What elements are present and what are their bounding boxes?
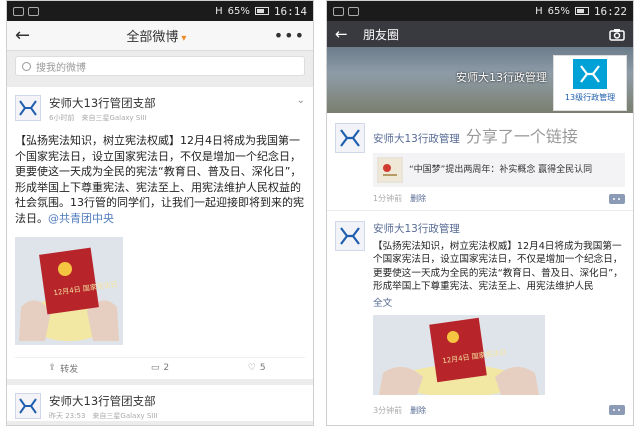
status-bar: H 65% 16:22 [327,1,633,21]
comment-button[interactable]: ▭ 2 [112,363,209,373]
post-meta: 昨天 23:53 来自三星Galaxy SIII [49,411,158,420]
comment-menu-icon[interactable] [609,405,625,416]
image-icon [28,6,39,16]
notification-icon [13,6,24,16]
back-icon[interactable]: ← [335,25,357,43]
avatar[interactable] [335,123,365,153]
post-author[interactable]: 安师大13行政管理 [373,221,625,236]
post-text: 【弘扬宪法知识，树立宪法权威】12月4日将成为我国第一个国家宪法日，设立国家宪法… [373,241,623,293]
avatar[interactable]: 13级行政管理 [553,55,627,111]
chevron-down-icon: ▾ [181,33,187,44]
search-input[interactable]: 搜我的微博 [15,56,305,76]
battery-icon [574,7,589,15]
logo-icon [17,394,39,417]
battery-percent: 65% [227,5,250,17]
status-time: 16:22 [593,4,627,18]
post-time: 3分钟前 [373,405,403,415]
page-title[interactable]: 全部微博 ▾ [39,26,274,45]
signal-indicator: H [215,5,223,17]
weibo-screenshot: H 65% 16:14 ← 全部微博 ▾ ••• 搜我的微博 安师大13行管团支部… [6,0,314,426]
back-icon[interactable]: ← [15,25,39,46]
image-icon [348,6,359,16]
logo-icon [580,65,600,83]
more-icon[interactable]: ••• [274,26,305,45]
post-author[interactable]: 安师大13行政管理 [373,133,460,145]
comment-icon: ▭ [150,363,160,374]
post-text: 【弘扬宪法知识，树立宪法权威】12月4日将成为我国第一个国家宪法日，设立国家宪法… [15,134,304,225]
post-time: 1分钟前 [373,194,403,203]
post-author[interactable]: 安师大13行管团支部 [49,95,156,111]
avatar[interactable] [15,392,41,419]
full-text-link[interactable]: 全文 [373,295,625,309]
moments-header: ← 朋友圈 [327,21,633,47]
post-actions: ⇪ 转发 ▭ 2 ♡ 5 [15,356,305,379]
post-image[interactable]: 12月4日 国家宪法日 [15,236,123,345]
thumb-up-icon: ♡ [247,363,256,374]
search-icon [22,61,31,71]
moment-post: 安师大13行政管理 分享了一个链接 “中国梦”提出两周年：补实概念 赢得全民认同 … [327,113,633,210]
logo-icon [17,97,39,119]
delete-link[interactable]: 删除 [410,405,426,416]
avatar[interactable] [15,95,41,121]
signal-indicator: H [535,5,543,17]
status-time: 16:14 [273,4,307,18]
post-action-text: 分享了一个链接 [465,127,578,146]
camera-icon[interactable] [609,28,625,41]
weibo-header: ← 全部微博 ▾ ••• [7,21,313,51]
battery-percent: 65% [547,5,570,17]
battery-icon [254,7,269,15]
avatar-label: 13级行政管理 [564,93,616,102]
delete-link[interactable]: 删除 [410,193,426,204]
avatar[interactable] [335,221,365,251]
link-thumbnail [377,157,403,183]
shared-link[interactable]: “中国梦”提出两周年：补实概念 赢得全民认同 [373,153,625,187]
status-bar: H 65% 16:14 [7,1,313,21]
weibo-post[interactable]: 安师大13行管团支部 昨天 23:53 来自三星Galaxy SIII [7,384,313,421]
post-meta: 6小时前 来自三星Galaxy SIII [49,114,147,122]
repost-button[interactable]: ⇪ 转发 [15,362,112,375]
page-title: 朋友圈 [363,27,400,42]
notification-icon [333,6,344,16]
cover-name: 安师大13行政管理 [456,71,547,84]
shared-link-title: “中国梦”提出两周年：补实概念 赢得全民认同 [409,165,593,175]
logo-icon [340,227,360,245]
post-author[interactable]: 安师大13行管团支部 [49,393,158,409]
logo-icon [340,129,360,147]
post-image[interactable]: 12月4日 国家宪法日 [373,314,545,397]
cover-photo[interactable]: 安师大13行政管理 13级行政管理 [327,47,633,113]
moment-post: 安师大13行政管理 【弘扬宪法知识，树立宪法权威】12月4日将成为我国第一个国家… [327,210,633,422]
moments-screenshot: H 65% 16:22 ← 朋友圈 安师大13行政管理 13级行政管理 安师大1… [326,0,634,426]
like-button[interactable]: ♡ 5 [208,363,305,373]
comment-menu-icon[interactable] [609,193,625,204]
repost-icon: ⇪ [48,363,57,374]
chevron-down-icon[interactable]: ⌄ [297,95,305,106]
weibo-post[interactable]: 安师大13行管团支部 6小时前 来自三星Galaxy SIII ⌄ 【弘扬宪法知… [7,87,313,379]
mention-link[interactable]: @共青团中央 [48,212,114,225]
